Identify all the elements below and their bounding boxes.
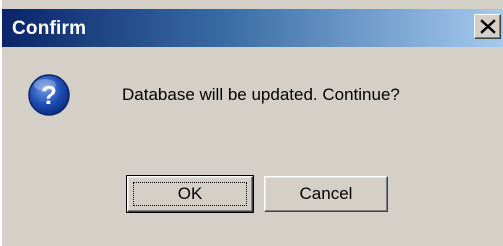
close-icon — [480, 19, 496, 34]
close-button[interactable] — [474, 14, 501, 39]
confirm-dialog: Confirm ? Database will be updated. Cont… — [0, 0, 503, 246]
ok-button[interactable]: OK — [126, 175, 254, 213]
dialog-message: Database will be updated. Continue? — [122, 85, 400, 104]
ok-button-label: OK — [177, 184, 203, 203]
cancel-button[interactable]: Cancel — [264, 176, 388, 212]
svg-text:?: ? — [41, 80, 57, 110]
cancel-button-label: Cancel — [299, 184, 353, 203]
question-icon: ? — [28, 74, 70, 116]
dialog-body: ? Database will be updated. Continue? OK… — [2, 47, 503, 246]
title-bar[interactable]: Confirm — [2, 9, 503, 47]
dialog-title: Confirm — [12, 18, 87, 39]
